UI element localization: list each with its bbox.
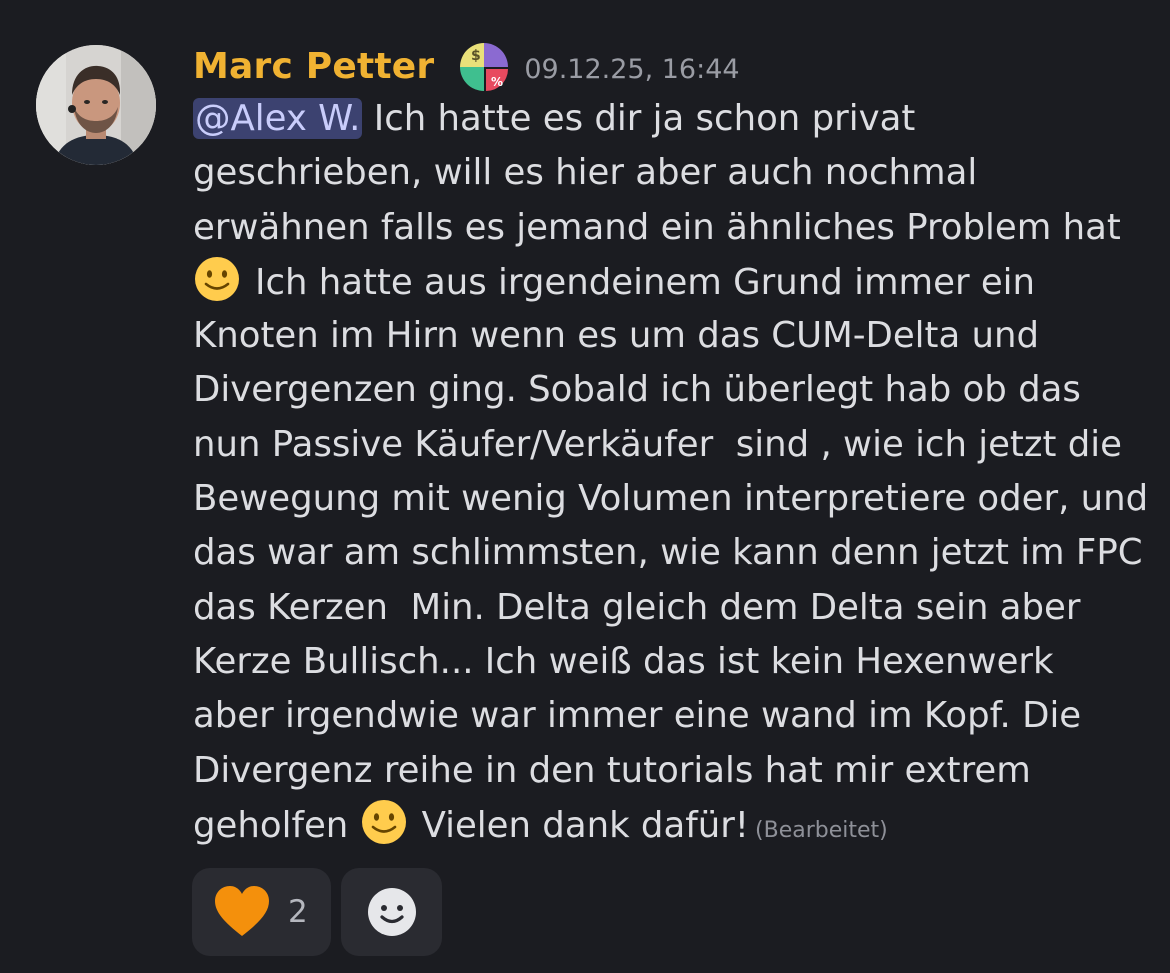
user-mention[interactable]: @Alex W. xyxy=(193,98,363,139)
avatar[interactable] xyxy=(36,45,156,165)
message-text: Ich hatte es dir ja schon privat xyxy=(362,98,916,139)
reaction-count: 2 xyxy=(288,894,308,930)
message-line: geschrieben, will es hier aber auch noch… xyxy=(193,152,978,194)
slightly-smiling-face-icon xyxy=(193,255,241,303)
add-reaction-smiley-icon xyxy=(367,888,416,936)
message-line: aber irgendwie war immer eine wand im Ko… xyxy=(193,695,1082,737)
message-text: Ich hatte aus irgendeinem Grund immer ei… xyxy=(255,261,1036,303)
reactions-bar: 2 xyxy=(192,868,442,956)
orange-heart-icon xyxy=(215,886,269,936)
slightly-smiling-face-icon xyxy=(360,798,408,846)
message-line: Divergenz reihe in den tutorials hat mir… xyxy=(193,749,1031,791)
message-line: das Kerzen Min. Delta gleich dem Delta s… xyxy=(193,586,1081,628)
svg-text:$: $ xyxy=(471,48,481,64)
message-line: das war am schlimmsten, wie kann denn je… xyxy=(193,532,1143,574)
add-reaction-button[interactable] xyxy=(341,868,442,956)
message-line: Kerze Bullisch... Ich weiß das ist kein … xyxy=(193,640,1054,682)
message-content: @Alex W. Ich hatte es dir ja schon priva… xyxy=(193,92,1163,852)
message-line: @Alex W. Ich hatte es dir ja schon priva… xyxy=(193,92,1163,146)
edited-label: (Bearbeitet) xyxy=(755,817,888,843)
author-name[interactable]: Marc Petter xyxy=(193,46,434,87)
reaction-orange-heart[interactable]: 2 xyxy=(192,868,331,956)
message-line: Knoten im Hirn wenn es um das CUM-Delta … xyxy=(193,315,1040,357)
message-line: Bewegung mit wenig Volumen interpretiere… xyxy=(193,478,1149,520)
message-line: geholfen Vielen dank dafür! (Bearbeitet) xyxy=(193,798,1163,852)
message-line: nun Passive Käufer/Verkäufer sind , wie … xyxy=(193,423,1122,465)
message-text: Vielen dank dafür! xyxy=(421,804,750,846)
svg-text:%: % xyxy=(491,75,503,89)
money-pie-chart-icon: $ % xyxy=(460,43,509,91)
message-line: Ich hatte aus irgendeinem Grund immer ei… xyxy=(193,255,1163,309)
message-timestamp[interactable]: 09.12.25, 16:44 xyxy=(524,54,739,85)
message-header: Marc Petter $ % 09.12.25, 16:44 xyxy=(193,38,740,94)
message-line: Divergenzen ging. Sobald ich überlegt ha… xyxy=(193,369,1081,411)
avatar-photo xyxy=(36,45,156,165)
chat-message: Marc Petter $ % 09.12.25, 16:44 @Alex W.… xyxy=(0,0,1170,973)
message-line: erwähnen falls es jemand ein ähnliches P… xyxy=(193,206,1121,248)
message-text: geholfen xyxy=(193,804,360,846)
